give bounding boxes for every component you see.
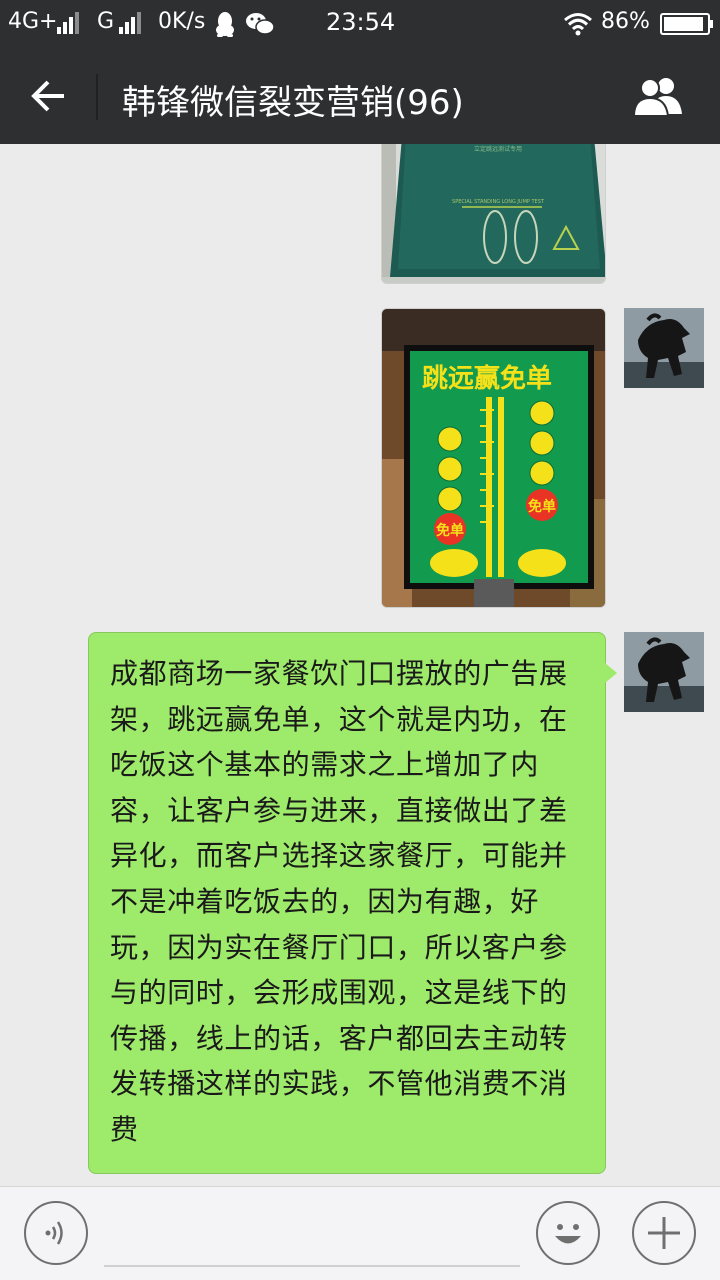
- back-arrow-icon: [31, 80, 64, 112]
- sender-avatar[interactable]: [624, 308, 704, 388]
- message-image-poster[interactable]: 跳远赢免单 免单 免单: [381, 308, 606, 608]
- network-speed: 0K/s: [158, 9, 206, 34]
- input-bar: [0, 1186, 720, 1280]
- poster-badge-right: 免单: [528, 498, 556, 515]
- group-members-icon: [632, 78, 682, 117]
- message-image-mat[interactable]: 立定跳远测试专用 SPECIAL STANDING LONG JUMP TEST: [381, 144, 606, 284]
- battery-percent: 86%: [601, 9, 650, 34]
- long-jump-mat-photo: 立定跳远测试专用 SPECIAL STANDING LONG JUMP TEST: [382, 144, 605, 283]
- battery-icon: [660, 13, 713, 35]
- signal-icon: [57, 12, 79, 34]
- sender-avatar[interactable]: [624, 632, 704, 712]
- horse-avatar-icon: [624, 308, 704, 388]
- emoji-button[interactable]: [536, 1201, 600, 1265]
- wifi-icon: [564, 13, 592, 36]
- poster-badge-left: 免单: [436, 522, 464, 539]
- clock: 23:54: [326, 8, 396, 36]
- message-input[interactable]: [104, 1201, 520, 1267]
- message-text: 成都商场一家餐饮门口摆放的广告展架，跳远赢免单，这个就是内功，在吃饭这个基本的需…: [110, 657, 568, 1146]
- voice-icon: [45, 1221, 63, 1245]
- chat-title: 韩锋微信裂变营销(96): [122, 83, 464, 123]
- chat-header: 韩锋微信裂变营销(96): [0, 48, 720, 144]
- chat-messages[interactable]: 立定跳远测试专用 SPECIAL STANDING LONG JUMP TEST…: [0, 144, 720, 1186]
- plus-icon: [648, 1217, 680, 1249]
- qq-icon: [216, 12, 234, 37]
- poster-photo: 跳远赢免单 免单 免单: [382, 309, 605, 607]
- emoji-icon: [555, 1224, 581, 1244]
- voice-button[interactable]: [24, 1201, 88, 1265]
- signal-icon-2: [119, 12, 141, 34]
- more-button[interactable]: [632, 1201, 696, 1265]
- poster-title: 跳远赢免单: [422, 363, 552, 394]
- mat-print-top: 立定跳远测试专用: [474, 145, 522, 153]
- group-members-button[interactable]: [630, 74, 700, 120]
- header-divider: [96, 74, 98, 120]
- wechat-icon: [246, 13, 275, 35]
- mat-print-text: SPECIAL STANDING LONG JUMP TEST: [452, 199, 545, 205]
- network-type: 4G+: [8, 9, 58, 34]
- network-type-2: G: [97, 9, 115, 34]
- status-bar: 4G+ G 0K/s 23:54 86%: [0, 0, 720, 48]
- message-bubble[interactable]: 成都商场一家餐饮门口摆放的广告展架，跳远赢免单，这个就是内功，在吃饭这个基本的需…: [88, 632, 617, 1174]
- horse-avatar-icon: [624, 632, 704, 712]
- back-button[interactable]: [20, 70, 76, 122]
